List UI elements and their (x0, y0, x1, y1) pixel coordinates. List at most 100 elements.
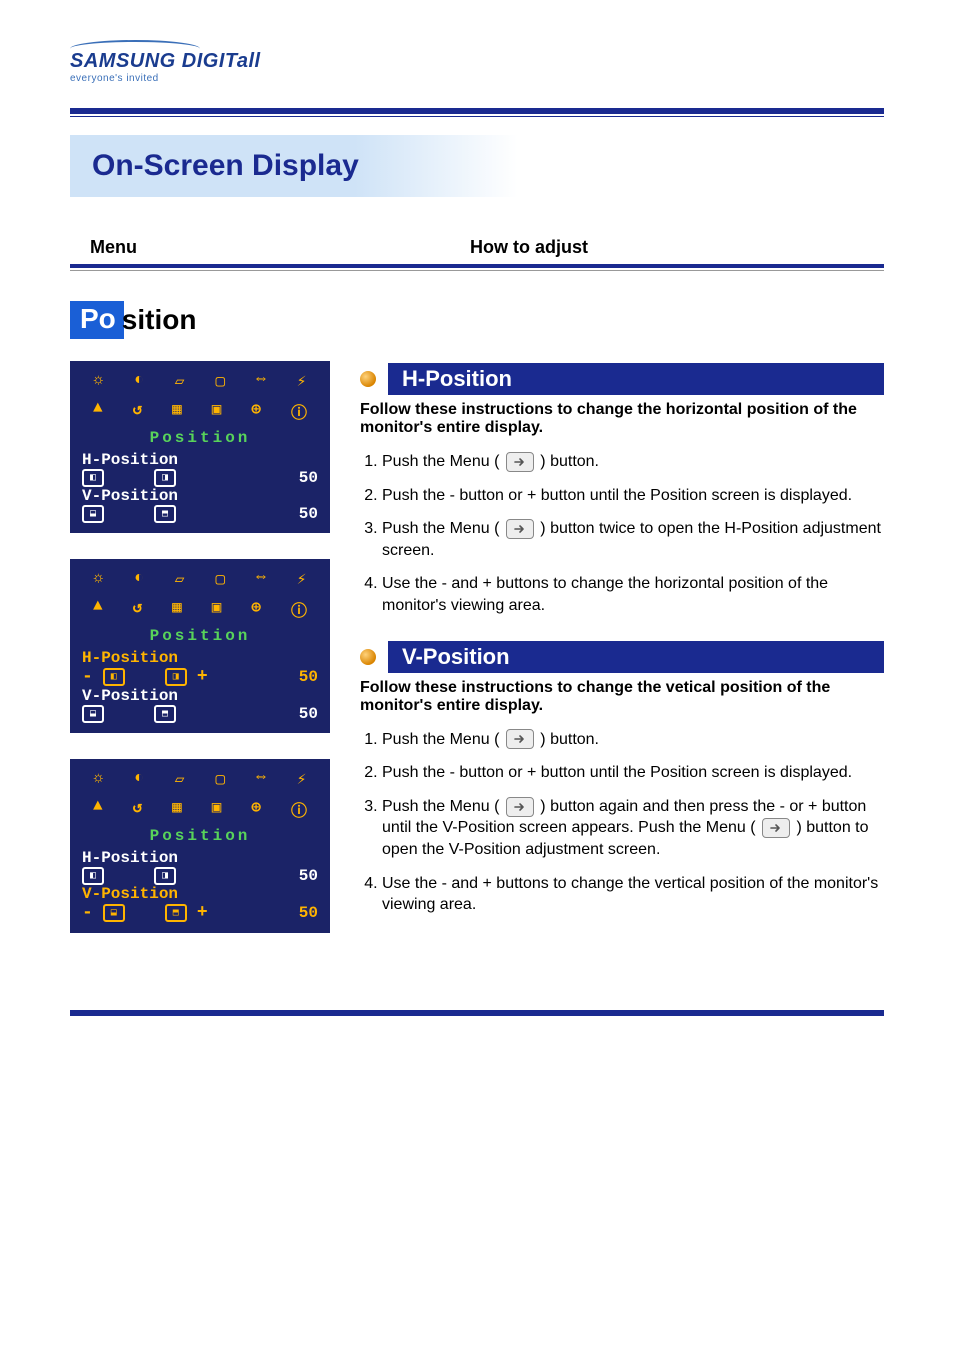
menu-button-icon (506, 519, 534, 539)
divider (70, 264, 884, 268)
list-item: Push the Menu ( ) button. (382, 451, 884, 473)
osd-v-label: V-Position (70, 487, 330, 505)
osd-icon-row: ▲ ↺ ▦ ▣ ⊕ ⓘ (70, 395, 330, 427)
osd-h-label: H-Position (70, 649, 330, 667)
hpos-lead: Follow these instructions to change the … (360, 401, 884, 437)
hsize-icon: ⇔ (256, 769, 266, 789)
recall-icon: ↺ (133, 399, 143, 423)
list-item: Push the Menu ( ) button twice to open t… (382, 518, 884, 561)
step-text: Push the - button or + button until the … (382, 487, 852, 504)
column-headers: Menu How to adjust (90, 237, 864, 258)
osd-icon-row: ☼ ◐ ▱ ▢ ⇔ ⚡ (70, 765, 330, 793)
clock-icon: ⊕ (251, 399, 261, 423)
divider (70, 108, 884, 114)
info-icon: ⓘ (291, 399, 307, 423)
step-text: ) button. (540, 453, 599, 470)
vpos-steps: Push the Menu ( ) button. Push the - but… (360, 729, 884, 916)
warning-icon: ▲ (93, 797, 103, 821)
move-right-icon: ◨ (154, 469, 176, 487)
osd-h-adjust: ◧ ◨ 50 (70, 469, 330, 487)
osd-v-adjust: ⬓ ⬒ 50 (70, 505, 330, 523)
degauss-icon: ⚡ (297, 769, 307, 789)
section-title-rest: sition (122, 304, 197, 336)
clock-icon: ⊕ (251, 597, 261, 621)
step-text: Push the Menu ( (382, 520, 504, 537)
bullet-icon (360, 649, 376, 665)
osd-v-adjust: ⬓ ⬒ 50 (70, 705, 330, 723)
brand-suffix: all (237, 50, 261, 72)
move-left-icon: ◧ (103, 668, 125, 686)
step-text: Push the Menu ( (382, 798, 504, 815)
position-icon: ▣ (212, 597, 222, 621)
osd-h-value: 50 (299, 867, 318, 885)
col-header-menu: Menu (90, 237, 390, 258)
move-left-icon: ◧ (82, 469, 104, 487)
osd-v-label: V-Position (70, 885, 330, 903)
step-text: ) button. (540, 731, 599, 748)
move-right-icon: ◨ (154, 867, 176, 885)
osd-panel-vposition: ☼ ◐ ▱ ▢ ⇔ ⚡ ▲ ↺ ▦ ▣ ⊕ ⓘ Position H-Posit… (70, 759, 330, 933)
brightness-icon: ☼ (94, 569, 104, 589)
brand-logo: SAMSUNG DIGITall everyone's invited (70, 40, 884, 84)
osd-h-label: H-Position (70, 849, 330, 867)
trapezoid-icon: ▱ (175, 769, 185, 789)
osd-panel-hposition: ☼ ◐ ▱ ▢ ⇔ ⚡ ▲ ↺ ▦ ▣ ⊕ ⓘ Position H-Posit… (70, 559, 330, 733)
divider (70, 270, 884, 271)
move-up-icon: ⬒ (154, 505, 176, 523)
osd-title: Position (70, 429, 330, 447)
brightness-icon: ☼ (94, 371, 104, 391)
osd-panel-position: ☼ ◐ ▱ ▢ ⇔ ⚡ ▲ ↺ ▦ ▣ ⊕ ⓘ Position H-Posit… (70, 361, 330, 533)
info-icon: ⓘ (291, 797, 307, 821)
move-down-icon: ⬓ (82, 705, 104, 723)
page-title-banner: On-Screen Display (70, 135, 884, 197)
step-text: Push the Menu ( (382, 731, 504, 748)
warning-icon: ▲ (93, 399, 103, 423)
osd-h-value: 50 (299, 469, 318, 487)
menu-button-icon (506, 797, 534, 817)
page-root: SAMSUNG DIGITall everyone's invited On-S… (0, 0, 954, 1016)
section-heading: Po sition (70, 301, 884, 339)
osd-h-label: H-Position (70, 451, 330, 469)
instructions: H-Position Follow these instructions to … (360, 361, 884, 940)
osd-icon-row: ☼ ◐ ▱ ▢ ⇔ ⚡ (70, 367, 330, 395)
info-icon: ⓘ (291, 597, 307, 621)
position-icon: ▣ (212, 399, 222, 423)
list-item: Use the - and + buttons to change the ve… (382, 873, 884, 916)
divider (70, 116, 884, 117)
page-title: On-Screen Display (92, 149, 862, 183)
osd-title: Position (70, 627, 330, 645)
clock-icon: ⊕ (251, 797, 261, 821)
move-left-icon: ◧ (82, 867, 104, 885)
move-right-icon: ◨ (165, 668, 187, 686)
color-icon: ▦ (172, 399, 182, 423)
osd-v-adjust-active: - ⬓ ⬒ + 50 (70, 903, 330, 923)
brand-name: SAMSUNG DIGITall (70, 50, 261, 72)
brand-main: SAMSUNG DIGIT (70, 50, 237, 72)
move-down-icon: ⬓ (82, 505, 104, 523)
position-icon: ▣ (212, 797, 222, 821)
recall-icon: ↺ (133, 597, 143, 621)
move-down-icon: ⬓ (103, 904, 125, 922)
osd-h-adjust: ◧ ◨ 50 (70, 867, 330, 885)
minus-icon: - (82, 667, 93, 687)
list-item: Push the Menu ( ) button. (382, 729, 884, 751)
pincushion-icon: ▢ (215, 569, 225, 589)
osd-v-value: 50 (299, 705, 318, 723)
menu-button-icon (762, 818, 790, 838)
body-columns: ☼ ◐ ▱ ▢ ⇔ ⚡ ▲ ↺ ▦ ▣ ⊕ ⓘ Position H-Posit… (70, 361, 884, 940)
color-icon: ▦ (172, 597, 182, 621)
hpos-steps: Push the Menu ( ) button. Push the - but… (360, 451, 884, 617)
list-item: Use the - and + buttons to change the ho… (382, 573, 884, 616)
topic-heading-hposition: H-Position (360, 363, 884, 395)
osd-icon-row: ▲ ↺ ▦ ▣ ⊕ ⓘ (70, 793, 330, 825)
warning-icon: ▲ (93, 597, 103, 621)
pincushion-icon: ▢ (215, 769, 225, 789)
osd-icon-row: ☼ ◐ ▱ ▢ ⇔ ⚡ (70, 565, 330, 593)
step-text: Use the - and + buttons to change the ve… (382, 875, 878, 914)
osd-v-value: 50 (299, 505, 318, 523)
brightness-icon: ☼ (94, 769, 104, 789)
degauss-icon: ⚡ (297, 569, 307, 589)
plus-icon: + (197, 667, 208, 687)
menu-button-icon (506, 729, 534, 749)
move-up-icon: ⬒ (154, 705, 176, 723)
